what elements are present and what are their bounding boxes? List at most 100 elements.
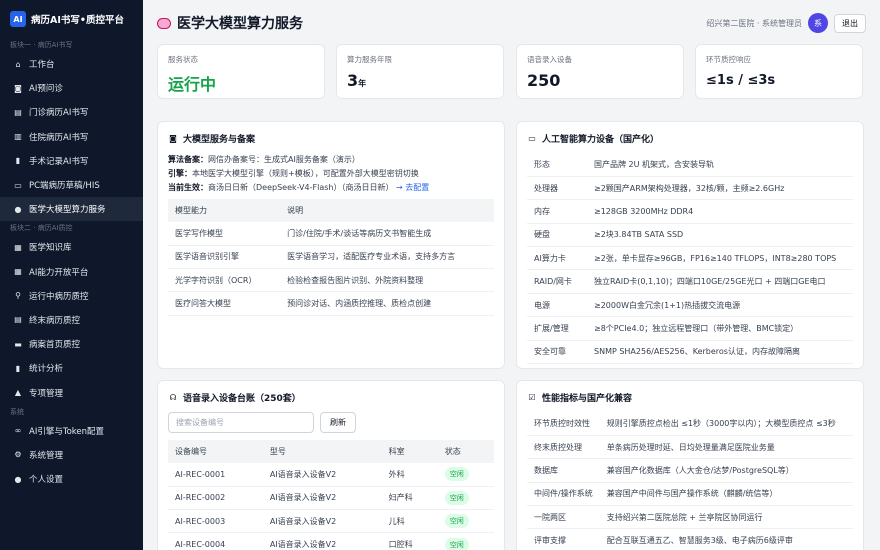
sidebar-item-label: 住院病历AI书写 bbox=[29, 132, 89, 143]
stat-label: 算力服务年限 bbox=[347, 55, 392, 64]
table-cell: 硬盘 bbox=[527, 223, 587, 248]
sidebar-item[interactable]: ▲ 专项管理 bbox=[0, 380, 143, 404]
sidebar-item[interactable]: ⚲ 运行中病历质控 bbox=[0, 284, 143, 308]
table-cell: 中间件/操作系统 bbox=[527, 482, 600, 507]
table-cell: RAID/网卡 bbox=[527, 269, 587, 294]
logout-button[interactable]: 退出 bbox=[834, 13, 866, 33]
sidebar-item-label: 工作台 bbox=[29, 60, 55, 71]
sidebar-item[interactable]: ● 医学大模型算力服务 bbox=[0, 197, 143, 222]
configure-link[interactable]: → 去配置 bbox=[396, 183, 429, 192]
page-title: 医学大模型算力服务 bbox=[157, 13, 303, 33]
table-cell: 兼容国产化数据库（人大金仓/达梦/PostgreSQL等） bbox=[599, 458, 853, 483]
column-header: 型号 bbox=[262, 440, 382, 463]
table-cell: 妇产科 bbox=[381, 486, 438, 511]
sidebar-item[interactable]: ▦ AI能力开放平台 bbox=[0, 260, 143, 284]
table-cell: AI-REC-0003 bbox=[168, 509, 263, 534]
stat-label: 语音录入设备 bbox=[527, 55, 572, 64]
refresh-button[interactable]: 刷新 bbox=[320, 412, 356, 433]
table-cell: 医学写作模型 bbox=[168, 222, 281, 246]
table-cell: 门诊/住院/手术/谈话等病历文书智能生成 bbox=[280, 222, 494, 246]
stat-card-service-status: 服务状态 运行中 bbox=[157, 44, 325, 99]
table-cell: 儿科 bbox=[381, 509, 438, 534]
warning-icon: ▲ bbox=[14, 388, 22, 398]
column-header: 说明 bbox=[280, 199, 494, 222]
sidebar-item-label: 专项管理 bbox=[29, 388, 64, 399]
table-cell: 处理器 bbox=[527, 176, 587, 201]
table-cell: 医学语音识别引擎 bbox=[168, 245, 281, 270]
stat-label: 服务状态 bbox=[168, 55, 198, 64]
hardware-table: 形态 国产品牌 2U 机架式，含安装导轨 处理器 ≥2颗国产ARM架构处理器，32核/… bbox=[527, 153, 853, 365]
brand[interactable]: AI 病历AI书写•质控平台 bbox=[0, 0, 143, 38]
sidebar-item-label: AI引擎与Token配置 bbox=[29, 426, 105, 437]
user-icon: ● bbox=[14, 474, 22, 484]
table-cell: 内存 bbox=[527, 199, 587, 224]
sidebar-item[interactable]: ⌂ 工作台 bbox=[0, 52, 143, 76]
user-info: 绍兴第二医院 · 系统管理员 bbox=[706, 18, 802, 28]
filing-label: 算法备案： bbox=[168, 155, 208, 164]
voice-devices-table: 设备编号 型号 科室 状态 AI-REC-0001 AI语音录入设备V2 外科 空闲 A… bbox=[168, 440, 494, 550]
sidebar-item[interactable]: ▦ 医学知识库 bbox=[0, 235, 143, 259]
card-title-text: 语音录入设备台账（250套） bbox=[183, 394, 301, 404]
stat-card-service-years: 算力服务年限 3年 bbox=[336, 44, 504, 99]
avatar[interactable]: 系 bbox=[808, 13, 828, 33]
table-cell: 形态 bbox=[527, 153, 587, 177]
table-cell: 独立RAID卡(0,1,10)；四端口10GE/25GE光口 + 四端口GE电口 bbox=[587, 269, 853, 294]
sidebar-item-label: 病案首页质控 bbox=[29, 340, 81, 351]
section-title-qc: 板块二 · 病历AI质控 bbox=[10, 224, 73, 233]
sidebar-item[interactable]: ▥ 住院病历AI书写 bbox=[0, 125, 143, 149]
brand-title: 病历AI书写•质控平台 bbox=[31, 15, 124, 26]
active-text: 商汤日日新（DeepSeek-V4-Flash）（商汤日日新） bbox=[208, 183, 394, 192]
table-cell: 电源 bbox=[527, 293, 587, 318]
filing-text: 网信办备案号：生成式AI服务备案（演示） bbox=[208, 155, 360, 164]
table-cell: 规则引擎质控点检出 ≤1秒（3000字以内）；大模型质控点 ≤3秒 bbox=[599, 412, 853, 436]
active-label: 当前生效： bbox=[168, 183, 208, 192]
table-cell: 终末质控处理 bbox=[527, 435, 600, 460]
headphones-icon: ☊ bbox=[169, 393, 177, 402]
table-cell: 评审支撑 bbox=[527, 528, 600, 550]
sidebar-item[interactable]: ▮ 手术记录AI书写 bbox=[0, 149, 143, 173]
stat-value: 3年 bbox=[347, 71, 493, 90]
sidebar-item-label: 医学大模型算力服务 bbox=[29, 205, 106, 216]
sidebar-item[interactable]: ▤ 门诊病历AI书写 bbox=[0, 100, 143, 124]
card-title: ☑ 性能指标与国产化兼容 bbox=[527, 391, 853, 404]
table-row: 内存 ≥128GB 3200MHz DDR4 bbox=[527, 199, 853, 224]
monitor-icon: ▭ bbox=[528, 134, 536, 143]
books-icon: ▦ bbox=[14, 242, 22, 252]
search-row: 刷新 bbox=[168, 412, 494, 433]
table-row: AI算力卡 ≥2张，单卡显存≥96GB，FP16≥140 TFLOPS，INT8≥… bbox=[527, 246, 853, 271]
sidebar-item[interactable]: ∞ AI引擎与Token配置 bbox=[0, 419, 143, 443]
section-title-writing: 板块一 · 病历AI书写 bbox=[10, 41, 73, 49]
table-row: 光学字符识别（OCR） 检验检查报告图片识别、外院资料整理 bbox=[168, 268, 494, 293]
table-cell: 预问诊对话、内涵质控推理、质检点创建 bbox=[280, 291, 494, 316]
table-cell: 空闲 bbox=[437, 486, 494, 511]
table-row: 医学写作模型 门诊/住院/手术/谈话等病历文书智能生成 bbox=[168, 222, 494, 246]
table-cell: AI语音录入设备V2 bbox=[262, 486, 382, 511]
table-cell: 空闲 bbox=[437, 463, 494, 487]
sidebar-item-label: 个人设置 bbox=[29, 475, 64, 486]
sidebar-item[interactable]: ▭ PC端病历草稿/HIS bbox=[0, 173, 143, 197]
sidebar-item-label: PC端病历草稿/HIS bbox=[29, 181, 100, 192]
sidebar-item[interactable]: ⚙ 系统管理 bbox=[0, 443, 143, 467]
sidebar-item[interactable]: ◙ AI预问诊 bbox=[0, 76, 143, 100]
table-row: 评审支撑 配合互联互通五乙、智慧服务3级、电子病历6级评审 bbox=[527, 528, 853, 550]
engine-line: 引擎：本地医学大模型引擎（规则+模板），可配置外部大模型密钥切换 bbox=[168, 167, 494, 181]
table-row: 终末质控处理 单条病历处理时延、日均处理量满足医院业务量 bbox=[527, 435, 853, 460]
page-title-text: 医学大模型算力服务 bbox=[177, 16, 303, 32]
user-area: 绍兴第二医院 · 系统管理员 系 退出 bbox=[706, 13, 866, 33]
performance-table: 环节质控时效性 规则引擎质控点检出 ≤1秒（3000字以内）；大模型质控点 ≤3秒… bbox=[527, 412, 853, 550]
sidebar-item[interactable]: ● 个人设置 bbox=[0, 467, 143, 491]
sidebar-item[interactable]: ▤ 终末病历质控 bbox=[0, 308, 143, 332]
table-cell: 一院两区 bbox=[527, 505, 600, 530]
table-cell: 单条病历处理时延、日均处理量满足医院业务量 bbox=[599, 435, 853, 460]
table-row: 硬盘 ≥2块3.84TB SATA SSD bbox=[527, 223, 853, 248]
sidebar-item[interactable]: ▮ 统计分析 bbox=[0, 356, 143, 380]
folder-icon: ▬ bbox=[14, 339, 22, 349]
brain-icon bbox=[157, 17, 171, 29]
checklist-icon: ☑ bbox=[528, 393, 536, 402]
nav-group-qc: ▦ 医学知识库 ▦ AI能力开放平台 ⚲ 运行中病历质控 ▤ 终末病历质控 ▬ 病案首页质控 ▮ 统计… bbox=[0, 235, 143, 404]
table-row: 医学语音识别引擎 医学语音学习，适配医疗专业术语，支持多方言 bbox=[168, 245, 494, 270]
sidebar-item-label: AI能力开放平台 bbox=[29, 267, 89, 278]
device-search-input[interactable] bbox=[168, 412, 314, 433]
engine-text: 本地医学大模型引擎（规则+模板），可配置外部大模型密钥切换 bbox=[192, 169, 419, 178]
sidebar-item[interactable]: ▬ 病案首页质控 bbox=[0, 332, 143, 356]
